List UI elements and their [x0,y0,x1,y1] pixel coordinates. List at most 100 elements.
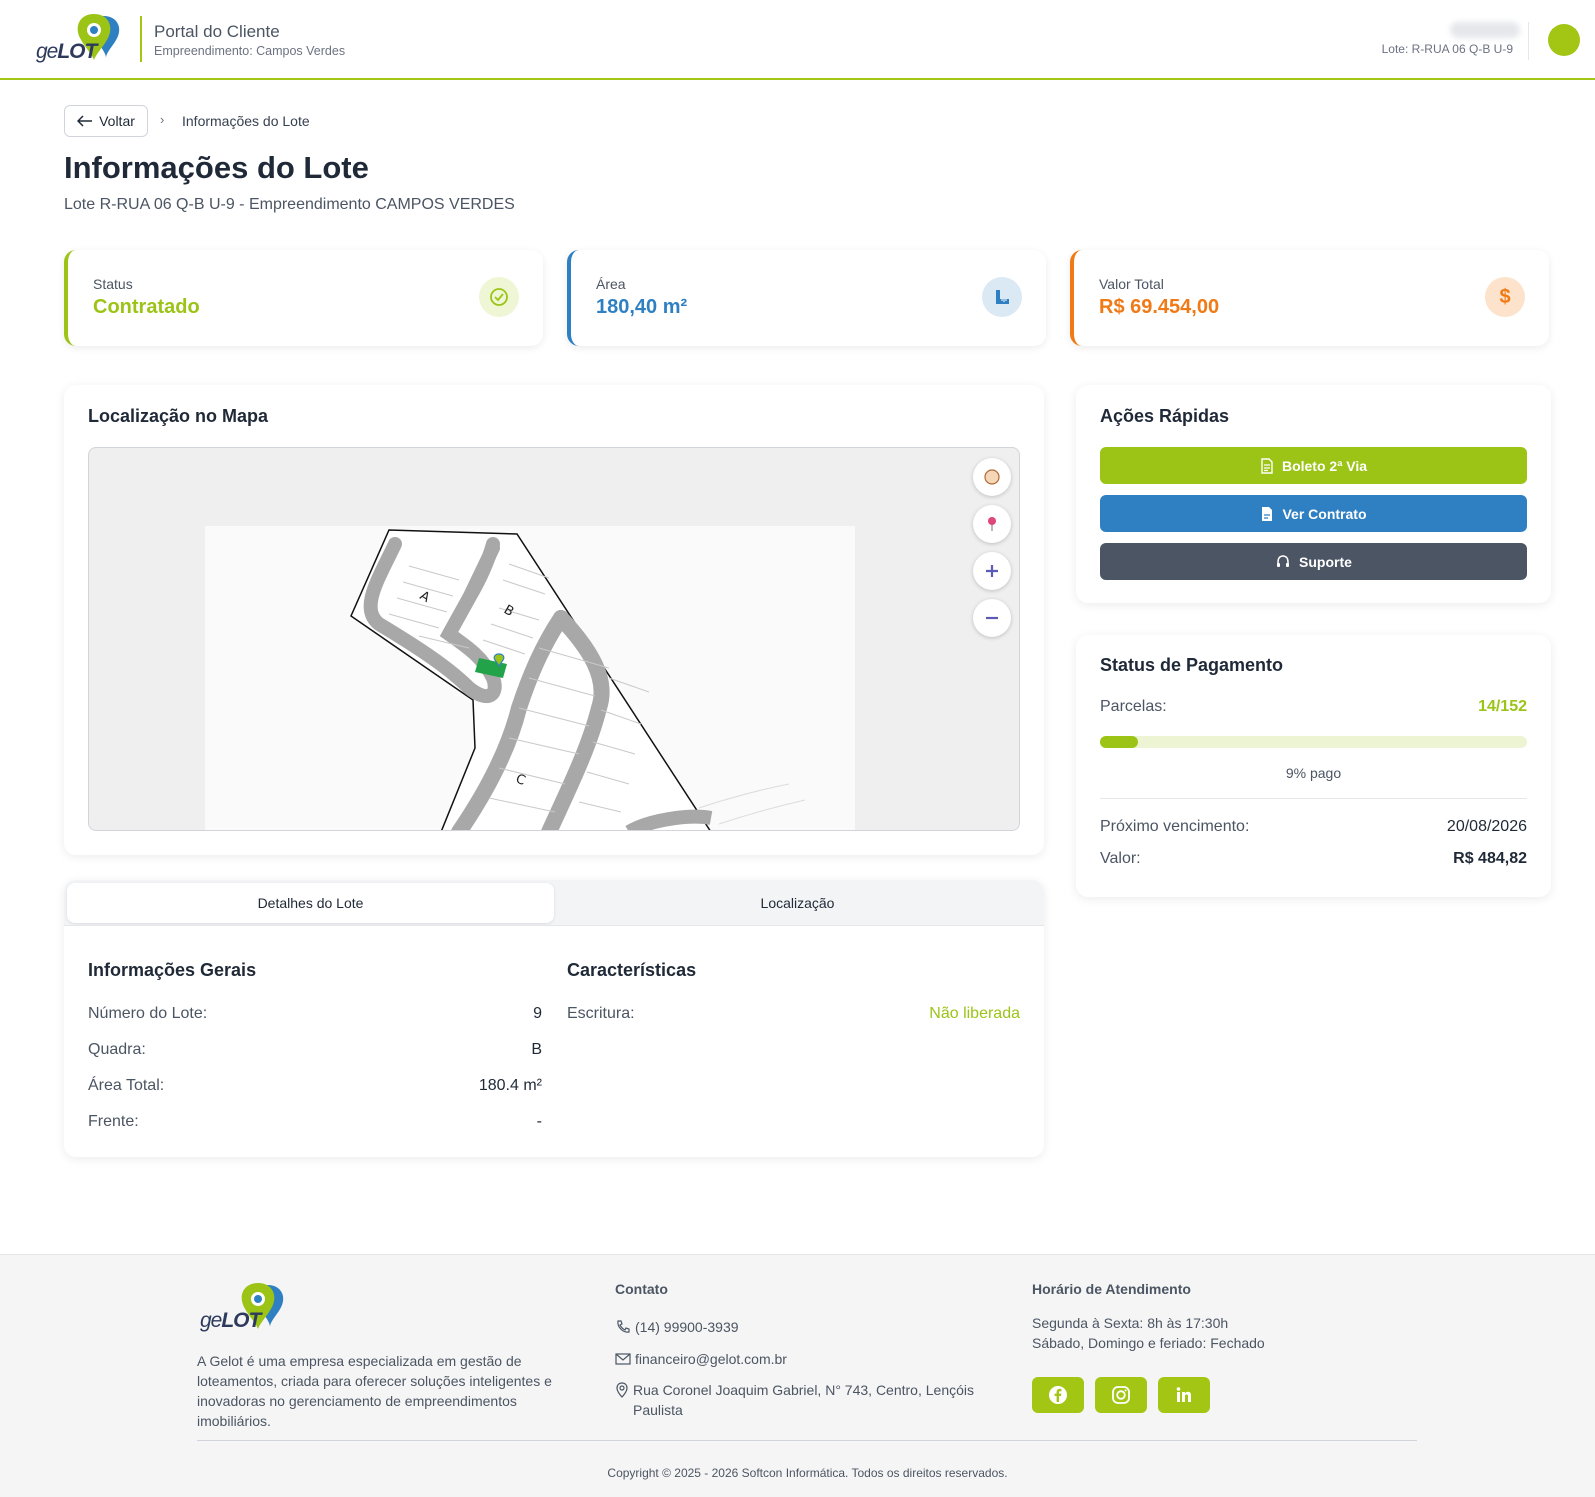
stat-value: R$ 69.454,00 [1099,296,1220,318]
map-compass-button[interactable] [973,458,1011,496]
dollar-icon: $ [1485,277,1525,317]
zoom-out-button[interactable] [973,599,1011,637]
escritura-label: Escritura: [567,1005,635,1022]
arrow-left-icon [77,115,93,127]
footer-about: A Gelot é uma empresa especializada em g… [197,1353,552,1429]
features-title: Características [567,960,697,980]
hours-title: Horário de Atendimento [1032,1281,1191,1297]
document-icon [1261,457,1273,474]
page-title: Informações do Lote [64,150,369,185]
portal-title: Portal do Cliente [154,22,280,41]
payment-divider [1100,798,1527,799]
next-due-label: Próximo vencimento: [1100,818,1250,835]
tabs-border [64,925,1044,926]
mail-icon [615,1353,631,1365]
stat-card-status: Status Contratado [64,250,543,346]
breadcrumb-separator: › [160,112,165,127]
ver-contrato-button[interactable]: Ver Contrato [1100,495,1527,532]
gelot-logo[interactable]: geLOT [36,14,126,68]
total-area-label: Área Total: [88,1077,165,1094]
page-footer: geLOT A Gelot é uma empresa especializad… [0,1254,1595,1497]
user-separator [1528,22,1529,60]
boleto-button[interactable]: Boleto 2ª Via [1100,447,1527,484]
portal-subtitle: Empreendimento: Campos Verdes [154,44,346,58]
quick-actions-title: Ações Rápidas [1100,406,1230,426]
parcelas-value: 14/152 [1478,698,1527,715]
stat-label: Status [93,276,133,292]
instagram-icon [1112,1386,1130,1404]
lot-plan-drawing: A B C [350,529,806,830]
footer-logo: geLOT [200,1283,290,1337]
user-name-blurred [1450,22,1520,38]
file-icon [1262,506,1273,521]
phone-icon [617,1320,630,1333]
payment-progress-fill [1100,736,1139,748]
ver-contrato-label: Ver Contrato [1282,505,1367,522]
stat-value: 180,40 m² [596,296,688,318]
amount-value: R$ 484,82 [1453,850,1527,867]
boleto-label: Boleto 2ª Via [1281,457,1368,474]
footer-email[interactable]: financeiro@gelot.com.br [635,1349,787,1369]
payment-status-card: Status de Pagamento Parcelas: 14/152 9% … [1076,635,1551,897]
footer-phone[interactable]: (14) 99900-3939 [635,1317,739,1337]
minus-icon [986,616,998,620]
check-circle-icon [479,277,519,317]
logo-text: geLOT [36,40,97,63]
stat-value: Contratado [93,296,200,318]
avatar[interactable] [1548,24,1580,56]
stat-card-value: Valor Total R$ 69.454,00 $ [1070,250,1549,346]
footer-logo-text: geLOT [200,1309,261,1332]
breadcrumb-current: Informações do Lote [182,113,310,129]
linkedin-button[interactable] [1158,1377,1210,1413]
stat-label: Valor Total [1099,276,1164,292]
payment-title: Status de Pagamento [1100,655,1284,675]
stat-card-area: Área 180,40 m² [567,250,1046,346]
next-due-value: 20/08/2026 [1446,818,1527,835]
frente-label: Frente: [88,1113,139,1130]
quick-actions-card: Ações Rápidas Boleto 2ª Via Ver Contrato… [1076,385,1551,603]
map-pin-icon [988,517,996,531]
instagram-button[interactable] [1095,1377,1147,1413]
user-lote: Lote: R-RUA 06 Q-B U-9 [1381,42,1513,56]
lot-number-value: 9 [533,1005,542,1022]
hours-weekend: Sábado, Domingo e feriado: Fechado [1032,1335,1265,1351]
tab-localizacao[interactable]: Localização [554,883,1041,923]
header-divider [140,16,142,62]
suporte-label: Suporte [1299,553,1352,570]
escritura-value: Não liberada [929,1005,1020,1022]
back-button[interactable]: Voltar [64,105,148,137]
stat-label: Área [596,276,626,292]
plus-icon [986,565,998,577]
app-header: geLOT Portal do Cliente Empreendimento: … [0,0,1595,80]
map-card: Localização no Mapa A B C [64,385,1044,855]
footer-address: Rua Coronel Joaquim Gabriel, N° 743, Cen… [633,1382,974,1418]
tab-detalhes-do-lote[interactable]: Detalhes do Lote [67,883,554,923]
frente-value: - [536,1113,542,1130]
footer-divider [197,1440,1417,1441]
payment-progress-track [1100,736,1527,748]
copyright: Copyright © 2025 - 2026 Softcon Informát… [607,1466,1008,1480]
map-pin-button[interactable] [973,505,1011,543]
compass-icon [984,469,1000,485]
facebook-icon [1049,1386,1067,1404]
zoom-in-button[interactable] [973,552,1011,590]
page-subtitle: Lote R-RUA 06 Q-B U-9 - Empreendimento C… [64,196,515,213]
parcelas-label: Parcelas: [1100,698,1167,715]
total-area-value: 180.4 m² [478,1077,542,1094]
headset-icon [1277,554,1290,567]
contact-title: Contato [615,1281,668,1297]
facebook-button[interactable] [1032,1377,1084,1413]
quadra-value: B [531,1041,542,1058]
location-icon [616,1382,628,1398]
back-label: Voltar [99,113,135,129]
suporte-button[interactable]: Suporte [1100,543,1527,580]
amount-label: Valor: [1100,850,1141,867]
linkedin-icon [1176,1387,1191,1402]
map-viewport[interactable]: A B C [88,447,1020,831]
general-info-title: Informações Gerais [88,960,257,980]
details-tabs: Detalhes do Lote Localização [64,880,1044,926]
hours-week: Segunda à Sexta: 8h às 17:30h [1032,1315,1229,1331]
lot-number-label: Número do Lote: [88,1005,208,1022]
quadra-label: Quadra: [88,1041,146,1058]
paid-label: 9% pago [1285,765,1342,781]
